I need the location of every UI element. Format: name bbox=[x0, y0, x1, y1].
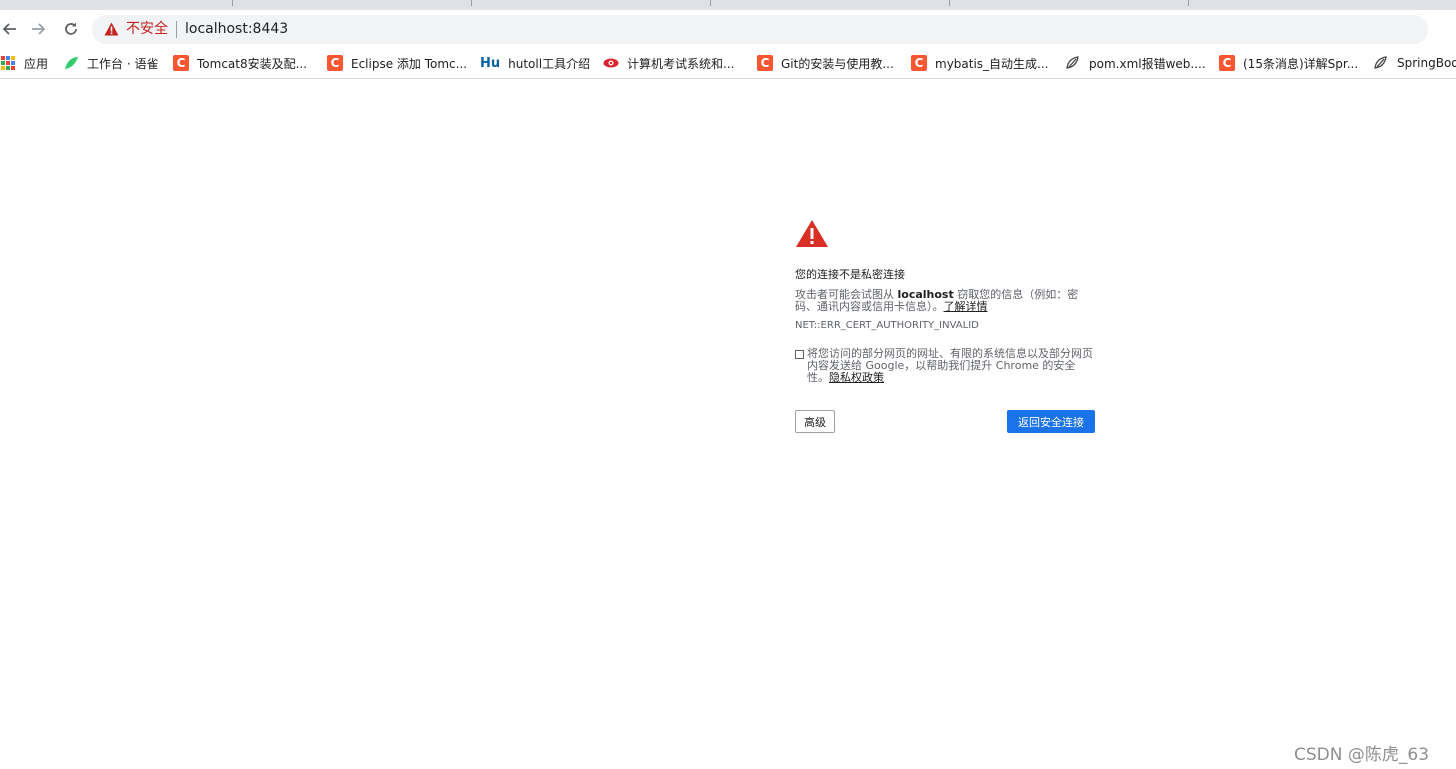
browser-toolbar: 不安全 localhost:8443 bbox=[0, 10, 1456, 48]
apps-grid-icon bbox=[0, 55, 16, 71]
spring-leaf-icon bbox=[1373, 55, 1389, 71]
bookmark-label: (15条消息)详解Spr... bbox=[1243, 56, 1359, 71]
bookmark-label: pom.xml报错web.... bbox=[1089, 56, 1206, 71]
eye-icon bbox=[603, 55, 619, 71]
consent-checkbox[interactable] bbox=[795, 350, 804, 359]
consent-text-wrap: 将您访问的部分网页的网址、有限的系统信息以及部分网页内容发送给 Google，以… bbox=[807, 348, 1095, 384]
back-to-safety-button[interactable]: 返回安全连接 bbox=[1007, 410, 1095, 433]
bookmark-spring-detail[interactable]: C (15条消息)详解Spr... bbox=[1219, 53, 1358, 73]
bookmark-mybatis[interactable]: C mybatis_自动生成... bbox=[911, 53, 1049, 73]
back-button[interactable] bbox=[0, 16, 22, 42]
bookmark-tomcat8[interactable]: C Tomcat8安装及配... bbox=[173, 53, 307, 73]
privacy-policy-link[interactable]: 隐私权政策 bbox=[829, 371, 884, 384]
bookmark-label: Tomcat8安装及配... bbox=[197, 56, 308, 71]
tab-separator bbox=[471, 0, 472, 6]
url-text[interactable]: localhost:8443 bbox=[185, 20, 288, 38]
bookmark-label: SpringBoot bbox=[1397, 56, 1456, 70]
bookmark-label: hutoll工具介绍 bbox=[508, 56, 591, 71]
warning-triangle-icon[interactable] bbox=[104, 22, 119, 36]
bookmark-yuque[interactable]: 工作台 · 语雀 bbox=[63, 53, 158, 73]
reload-button[interactable] bbox=[58, 16, 84, 42]
watermark: CSDN @陈虎_63 bbox=[1294, 745, 1430, 765]
bookmark-label: 计算机考试系统和... bbox=[627, 56, 735, 71]
csdn-icon: C bbox=[327, 55, 343, 71]
arrow-left-icon bbox=[2, 23, 16, 35]
bookmark-apps[interactable]: 应用 bbox=[0, 53, 48, 73]
tab-separator bbox=[949, 0, 950, 6]
hutool-icon: Hu bbox=[480, 55, 501, 71]
security-status-label[interactable]: 不安全 bbox=[126, 20, 168, 38]
bookmark-pom-xml[interactable]: pom.xml报错web.... bbox=[1065, 53, 1206, 73]
bookmark-git[interactable]: C Git的安装与使用教... bbox=[757, 53, 894, 73]
address-bar[interactable] bbox=[92, 15, 1428, 44]
tab-strip bbox=[0, 0, 1456, 10]
bookmark-hutool[interactable]: Hu hutoll工具介绍 bbox=[480, 53, 590, 73]
tab-separator bbox=[232, 0, 233, 6]
error-heading: 您的连接不是私密连接 bbox=[795, 268, 905, 281]
error-description: 攻击者可能会试图从 localhost 窃取您的信息（例如：密码、通讯内容或信用… bbox=[795, 289, 1095, 313]
yuque-icon bbox=[63, 55, 79, 71]
bookmark-label: 应用 bbox=[24, 56, 49, 71]
bookmark-springboot[interactable]: SpringBoot bbox=[1373, 53, 1456, 73]
bookmark-eclipse[interactable]: C Eclipse 添加 Tomc... bbox=[327, 53, 467, 73]
bookmark-label: mybatis_自动生成... bbox=[935, 56, 1049, 71]
error-code: NET::ERR_CERT_AUTHORITY_INVALID bbox=[795, 320, 979, 331]
arrow-right-icon bbox=[32, 23, 46, 35]
csdn-icon: C bbox=[1219, 55, 1235, 71]
csdn-icon: C bbox=[757, 55, 773, 71]
csdn-icon: C bbox=[173, 55, 189, 71]
spring-leaf-icon bbox=[1065, 55, 1081, 71]
advanced-button[interactable]: 高级 bbox=[795, 410, 835, 433]
address-separator bbox=[176, 21, 177, 38]
bookmark-label: Eclipse 添加 Tomc... bbox=[351, 56, 468, 71]
forward-button[interactable] bbox=[26, 16, 52, 42]
warning-triangle-icon bbox=[796, 220, 828, 247]
safe-browsing-consent: 将您访问的部分网页的网址、有限的系统信息以及部分网页内容发送给 Google，以… bbox=[795, 348, 1095, 384]
reload-icon bbox=[65, 22, 77, 35]
bookmark-label: 工作台 · 语雀 bbox=[87, 56, 159, 71]
tab-separator bbox=[710, 0, 711, 6]
learn-more-link[interactable]: 了解详情 bbox=[944, 300, 988, 313]
bookmarks-bar: 应用 工作台 · 语雀 C Tomcat8安装及配... C Eclipse 添… bbox=[0, 48, 1456, 79]
bookmark-exam-system[interactable]: 计算机考试系统和... bbox=[603, 53, 734, 73]
csdn-icon: C bbox=[911, 55, 927, 71]
tab-separator bbox=[1188, 0, 1189, 6]
bookmark-label: Git的安装与使用教... bbox=[781, 56, 894, 71]
